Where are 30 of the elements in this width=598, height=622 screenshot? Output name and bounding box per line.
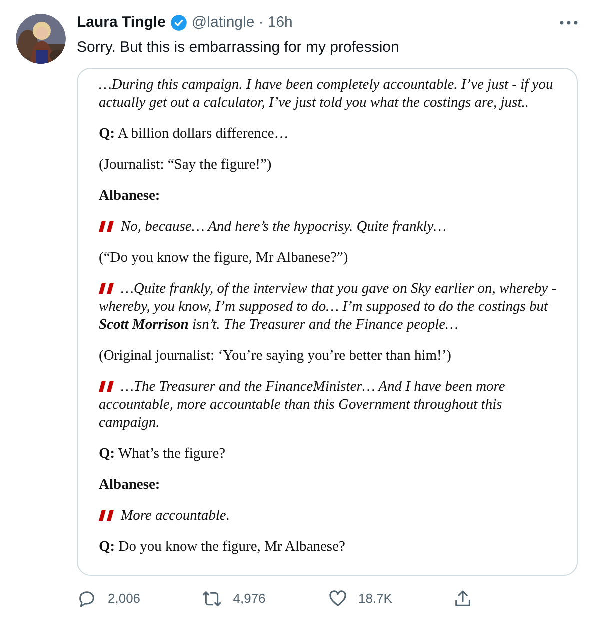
action-count: 2,006 [108,590,141,608]
speaker-label: Albanese: [99,476,162,494]
tweet-text: Sorry. But this is embarrassing for my profession [77,38,400,58]
quote-paragraph: …During this campaign. I have been completely accountable. I’ve just - if you actually get out a calculator, I’ve just told you what the costings are, just.. [99,76,554,112]
timestamp[interactable]: · 16h [258,12,293,34]
quote-icon [99,283,115,294]
retweet-icon[interactable] [202,589,222,609]
paragraph: Q: A billion dollars difference… [99,125,290,143]
author-handle[interactable]: @latingle [192,12,255,34]
paragraph: (Journalist: “Say the figure!”) [99,156,273,174]
quote-icon [99,221,115,232]
quote-paragraph: …Quite frankly, of the interview that you gave on Sky earlier on, whereby - whereby, you know, I’m supposed to do… I’m supposed to do the costings but Scott Morrison isn’t. The Treasurer and the Finance people… [99,280,558,334]
author-name[interactable]: Laura Tingle [77,12,166,34]
paragraph: Q: Do you know the figure, Mr Albanese? [99,538,346,556]
action-count: 4,976 [233,590,266,608]
speaker-label: Albanese: [99,187,162,205]
quote-paragraph: More accountable. [99,507,563,525]
paragraph: (“Do you know the figure, Mr Albanese?”) [99,249,350,267]
action-count: 18.7K [358,590,392,608]
quote-paragraph: No, because… And here’s the hypocrisy. Quite frankly… [99,218,563,236]
quote-paragraph: …The Treasurer and the FinanceMinister… And I have been more accountable, more accountable than this Government throughout this campaign. [99,378,506,432]
reply-icon[interactable] [77,589,97,609]
share-icon[interactable] [452,589,473,609]
paragraph: Q: What’s the figure? [99,445,227,463]
heart-icon[interactable] [328,589,348,609]
quote-icon [99,381,115,392]
attached-image[interactable] [77,68,578,576]
more-icon[interactable] [560,21,578,25]
quote-icon [99,510,115,521]
paragraph: (Original journalist: ‘You’re saying you’re better than him!’) [99,347,452,365]
